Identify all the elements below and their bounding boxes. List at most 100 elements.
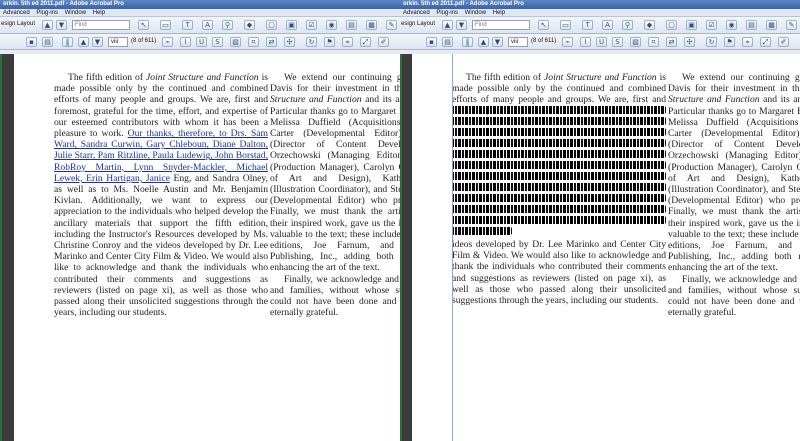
crop-icon[interactable]: ⌖ bbox=[742, 37, 753, 47]
menu-advanced[interactable]: Advanced bbox=[403, 10, 430, 16]
sidebar-toggle-icon[interactable]: ‖ bbox=[462, 37, 473, 47]
book-title: Joint Structure and Function bbox=[146, 72, 259, 83]
marquee-zoom-icon[interactable]: ▭ bbox=[560, 20, 571, 30]
comment-icon[interactable]: ▢ bbox=[266, 20, 277, 30]
measure-icon[interactable]: ⌗ bbox=[648, 37, 659, 47]
menu-advanced[interactable]: Advanced bbox=[3, 10, 30, 16]
menu-window[interactable]: Window bbox=[465, 10, 486, 16]
select-tool-icon[interactable]: ↖ bbox=[538, 20, 549, 30]
save-icon[interactable]: ▪ bbox=[426, 37, 437, 47]
page-number-input[interactable]: viii bbox=[508, 37, 528, 47]
menu-bar-right: Advanced Plug-ins Window Help bbox=[400, 9, 800, 17]
underline-icon[interactable]: U bbox=[596, 37, 607, 47]
highlight-icon[interactable]: ⌇ bbox=[180, 37, 191, 47]
garbled-line bbox=[452, 117, 666, 125]
menu-help[interactable]: Help bbox=[93, 10, 105, 16]
button-tool-icon[interactable]: ▦ bbox=[366, 20, 377, 30]
rotate-icon[interactable]: ↻ bbox=[706, 37, 717, 47]
design-layout-dropdown[interactable]: esign Layout bbox=[401, 21, 435, 27]
attach-icon[interactable]: ⌁ bbox=[162, 37, 173, 47]
print-icon[interactable]: ▤ bbox=[42, 37, 53, 47]
sticky-note-icon[interactable]: ▧ bbox=[230, 37, 241, 47]
select-tool-icon[interactable]: ↖ bbox=[138, 20, 149, 30]
radio-tool-icon[interactable]: ◉ bbox=[326, 20, 337, 30]
rotate-icon[interactable]: ↻ bbox=[306, 37, 317, 47]
next-page-icon[interactable]: ▼ bbox=[492, 37, 503, 47]
edit-text-icon[interactable]: T bbox=[582, 20, 593, 30]
menu-window[interactable]: Window bbox=[65, 10, 86, 16]
flag-icon[interactable]: ⚑ bbox=[324, 37, 335, 47]
paragraph-publisher: We extend our continuing gratitude to F.… bbox=[270, 72, 400, 274]
column-left-tail: ideos developed by Dr. Lee Marinko and C… bbox=[452, 239, 666, 306]
menu-help[interactable]: Help bbox=[493, 10, 505, 16]
next-page-icon[interactable]: ▼ bbox=[92, 37, 103, 47]
page-down-icon[interactable]: ▼ bbox=[456, 20, 467, 30]
pen-icon[interactable]: ✐ bbox=[378, 37, 389, 47]
typewriter-icon[interactable]: ⚲ bbox=[222, 20, 233, 30]
text-color-icon[interactable]: A bbox=[202, 20, 213, 30]
save-icon[interactable]: ▪ bbox=[26, 37, 37, 47]
pen-icon[interactable]: ✐ bbox=[778, 37, 789, 47]
button-tool-icon[interactable]: ▦ bbox=[766, 20, 777, 30]
design-layout-dropdown[interactable]: esign Layout bbox=[1, 21, 35, 27]
column-right: We extend our continuing gratitude to F.… bbox=[668, 72, 800, 318]
text: We extend our continuing gratitude to F.… bbox=[668, 72, 800, 95]
highlight-icon[interactable]: ⌇ bbox=[580, 37, 591, 47]
zoom-fit-icon[interactable]: ⤢ bbox=[760, 37, 771, 47]
stamp-icon[interactable]: ◆ bbox=[244, 20, 255, 30]
page-number-input[interactable]: viii bbox=[108, 37, 128, 47]
previous-page-icon[interactable]: ▲ bbox=[78, 37, 89, 47]
zoom-fit-icon[interactable]: ⤢ bbox=[360, 37, 371, 47]
checkbox-tool-icon[interactable]: ☑ bbox=[306, 20, 317, 30]
sidebar-toggle-icon[interactable]: ‖ bbox=[62, 37, 73, 47]
listbox-tool-icon[interactable]: ▤ bbox=[746, 20, 757, 30]
replace-icon[interactable]: ⇄ bbox=[266, 37, 277, 47]
garbled-line bbox=[452, 216, 666, 224]
garbled-line bbox=[452, 227, 512, 235]
strikethrough-icon[interactable]: S bbox=[212, 37, 223, 47]
document-area-left[interactable]: The fifth edition of Joint Structure and… bbox=[0, 54, 400, 441]
acrobat-window-left: orkin. 5th ed 2011.pdf - Adobe Acrobat P… bbox=[0, 0, 400, 441]
previous-page-icon[interactable]: ▲ bbox=[478, 37, 489, 47]
text-color-icon[interactable]: A bbox=[602, 20, 613, 30]
more-tools-icon[interactable]: ✣ bbox=[684, 37, 695, 47]
radio-tool-icon[interactable]: ◉ bbox=[726, 20, 737, 30]
form-field-icon[interactable]: ▣ bbox=[286, 20, 297, 30]
underline-icon[interactable]: U bbox=[196, 37, 207, 47]
acrobat-window-right: orkin. 5th ed 2011.pdf - Adobe Acrobat P… bbox=[400, 0, 800, 441]
typewriter-icon[interactable]: ⚲ bbox=[622, 20, 633, 30]
text: The fifth edition of bbox=[68, 72, 147, 83]
page-up-icon[interactable]: ▲ bbox=[42, 20, 53, 30]
listbox-tool-icon[interactable]: ▤ bbox=[346, 20, 357, 30]
measure-icon[interactable]: ⌗ bbox=[248, 37, 259, 47]
flag-icon[interactable]: ⚑ bbox=[724, 37, 735, 47]
checkbox-tool-icon[interactable]: ☑ bbox=[706, 20, 717, 30]
find-input[interactable]: Find bbox=[472, 20, 530, 30]
column-left: The fifth edition of Joint Structure and… bbox=[54, 72, 268, 318]
attach-icon[interactable]: ⌁ bbox=[562, 37, 573, 47]
sticky-note-icon[interactable]: ▧ bbox=[630, 37, 641, 47]
menu-plugins[interactable]: Plug-ins bbox=[36, 10, 58, 16]
signature-icon[interactable]: ✎ bbox=[386, 20, 397, 30]
page-down-icon[interactable]: ▼ bbox=[56, 20, 67, 30]
strikethrough-icon[interactable]: S bbox=[612, 37, 623, 47]
garbled-line bbox=[452, 106, 666, 114]
crop-icon[interactable]: ⌖ bbox=[342, 37, 353, 47]
comment-icon[interactable]: ▢ bbox=[666, 20, 677, 30]
find-input[interactable]: Find bbox=[72, 20, 130, 30]
more-tools-icon[interactable]: ✣ bbox=[284, 37, 295, 47]
page-edge-left bbox=[0, 54, 2, 441]
signature-icon[interactable]: ✎ bbox=[786, 20, 797, 30]
marquee-zoom-icon[interactable]: ▭ bbox=[160, 20, 171, 30]
document-area-right[interactable]: The fifth edition of Joint Structure and… bbox=[400, 54, 800, 441]
stamp-icon[interactable]: ◆ bbox=[644, 20, 655, 30]
garbled-line bbox=[452, 161, 666, 169]
menu-plugins[interactable]: Plug-ins bbox=[436, 10, 458, 16]
text: and its ancillary materials. Particular … bbox=[668, 94, 800, 274]
form-field-icon[interactable]: ▣ bbox=[686, 20, 697, 30]
page-up-icon[interactable]: ▲ bbox=[442, 20, 453, 30]
print-icon[interactable]: ▤ bbox=[442, 37, 453, 47]
pdf-page-right: The fifth edition of Joint Structure and… bbox=[412, 54, 800, 441]
replace-icon[interactable]: ⇄ bbox=[666, 37, 677, 47]
edit-text-icon[interactable]: T bbox=[182, 20, 193, 30]
